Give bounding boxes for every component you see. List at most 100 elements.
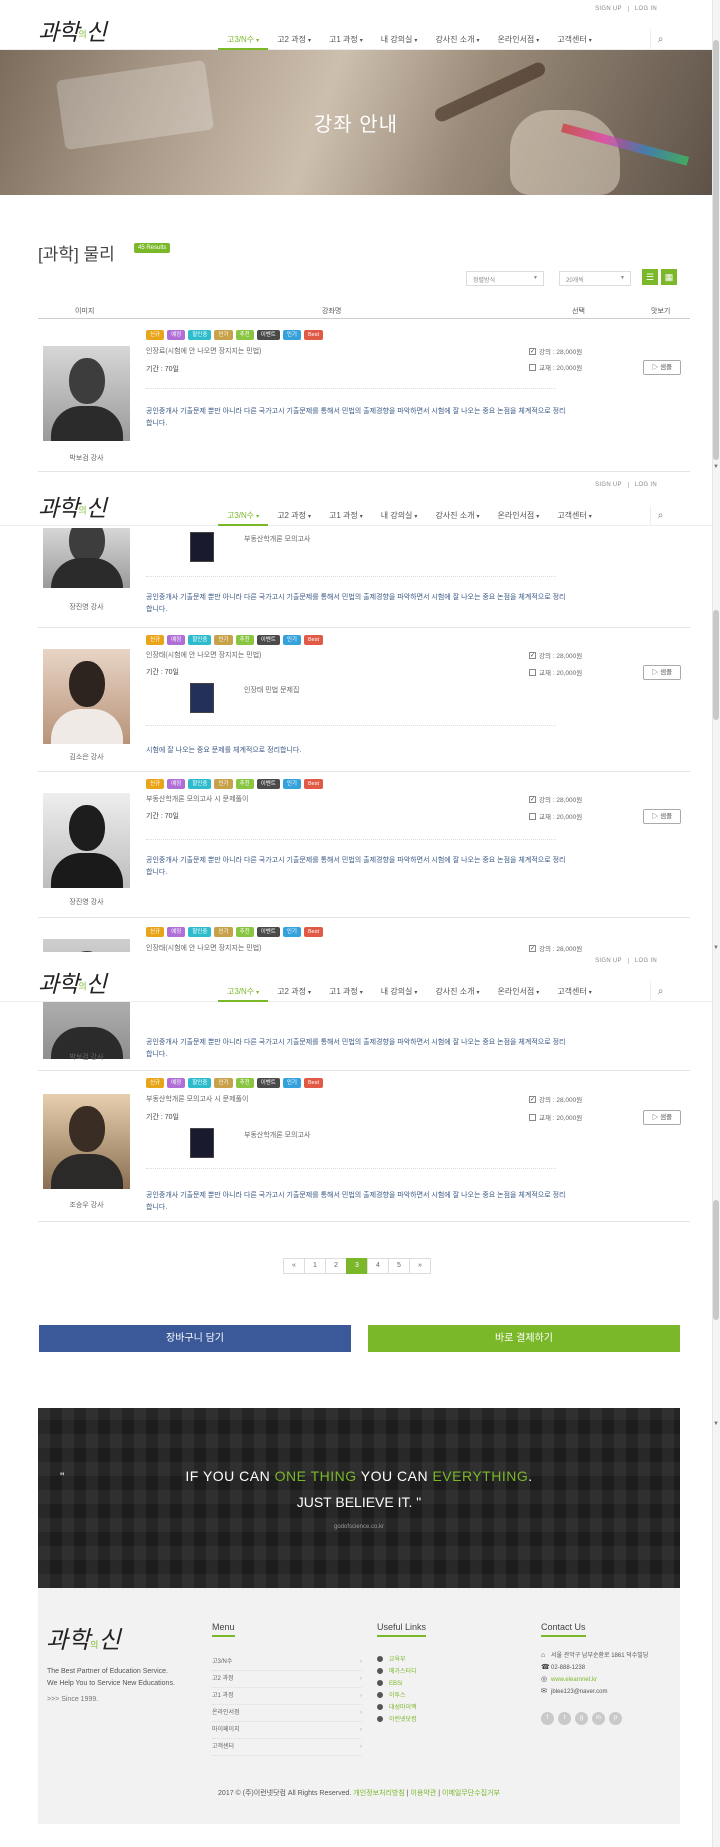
useful-link[interactable]: 대성마이맥 <box>377 1702 417 1714</box>
nav-item-g3[interactable]: 고3/N수 ▾ <box>218 30 269 50</box>
checkbox-checked[interactable]: ✓ <box>529 1095 536 1103</box>
login-link[interactable]: LOG IN <box>630 6 662 12</box>
count-select[interactable]: 20개씩 ▼ <box>559 271 631 286</box>
book-name[interactable]: 인장태 민법 문제집 <box>244 685 299 695</box>
quote-site[interactable]: godofscience.co.kr <box>38 1524 680 1530</box>
buy-now-button[interactable]: 바로 결제하기 <box>368 1325 680 1352</box>
scroll-down-arrow[interactable]: ▼ <box>712 463 720 471</box>
site-logo[interactable]: 과학의신 <box>38 13 107 47</box>
textbook-option[interactable]: 교재 : 20,000원 <box>529 667 582 677</box>
checkbox-checked[interactable]: ✓ <box>529 347 536 355</box>
nav-item-g2[interactable]: 고2 과정 ▾ <box>268 506 320 526</box>
teacher-photo[interactable] <box>43 528 130 588</box>
page-2[interactable]: 2 <box>325 1258 347 1274</box>
footer-logo[interactable]: 과학의신 <box>46 1620 121 1655</box>
checkbox-checked[interactable]: ✓ <box>529 795 536 803</box>
textbook-option[interactable]: 교재 : 20,000원 <box>529 362 582 372</box>
signup-link[interactable]: SIGN UP <box>590 482 627 488</box>
page-1[interactable]: 1 <box>304 1258 326 1274</box>
scrollbar-thumb-3[interactable] <box>713 1200 719 1320</box>
sample-button[interactable]: ▷ 샘플 <box>643 665 681 680</box>
lecture-option[interactable]: ✓ 강의 : 28,000원 <box>529 1094 582 1104</box>
lecture-option[interactable]: ✓ 강의 : 28,000원 <box>529 346 582 356</box>
pinterest-icon[interactable]: p <box>609 1712 622 1725</box>
book-cover[interactable] <box>190 683 214 713</box>
useful-link[interactable]: 교육부 <box>377 1654 417 1666</box>
book-name[interactable]: 부동산학개론 모의고사 <box>244 1130 310 1140</box>
contact-email[interactable]: jblee123@naver.com <box>551 1689 607 1695</box>
nav-item-g2[interactable]: 고2 과정 ▾ <box>268 30 320 50</box>
nav-item-g1[interactable]: 고1 과정 ▾ <box>320 982 372 1002</box>
facebook-icon[interactable]: f <box>541 1712 554 1725</box>
login-link[interactable]: LOG IN <box>630 958 662 964</box>
sort-select[interactable]: 정렬방식 ▼ <box>466 271 544 286</box>
checkbox[interactable] <box>529 363 536 371</box>
search-icon[interactable]: ⌕ <box>650 30 670 50</box>
scrollbar-thumb-2[interactable] <box>713 610 719 720</box>
nav-item-teachers[interactable]: 강사진 소개 ▾ <box>426 982 488 1002</box>
nav-item-support[interactable]: 고객센터 ▾ <box>548 506 600 526</box>
grid-view-icon[interactable]: ▦ <box>661 269 677 285</box>
terms-link[interactable]: 이용약관 <box>411 1790 437 1797</box>
footer-menu-item[interactable]: 온라인서점 › <box>212 1705 362 1722</box>
teacher-photo[interactable] <box>43 1094 130 1189</box>
checkbox-checked[interactable]: ✓ <box>529 651 536 659</box>
page-prev[interactable]: « <box>283 1258 305 1274</box>
footer-menu-item[interactable]: 고3/N수 › <box>212 1654 362 1671</box>
useful-link[interactable]: 이런넷닷컴 <box>377 1714 417 1726</box>
footer-menu-item[interactable]: 고1 과정 › <box>212 1688 362 1705</box>
textbook-option[interactable]: 교재 : 20,000원 <box>529 1112 582 1122</box>
nav-item-support[interactable]: 고객센터 ▾ <box>548 982 600 1002</box>
course-title[interactable]: 부동산학개론 모의고사 시 문제풀이 <box>146 1094 248 1104</box>
search-icon[interactable]: ⌕ <box>650 982 670 1002</box>
privacy-link[interactable]: 개인정보처리방침 <box>353 1790 405 1797</box>
signup-link[interactable]: SIGN UP <box>590 6 627 12</box>
course-title[interactable]: 인장료(시험에 안 나오면 장지지는 민법) <box>146 346 261 356</box>
useful-link[interactable]: 이투스 <box>377 1690 417 1702</box>
nav-item-g2[interactable]: 고2 과정 ▾ <box>268 982 320 1002</box>
teacher-photo[interactable] <box>43 649 130 744</box>
course-title[interactable]: 부동산학개론 모의고사 시 문제풀이 <box>146 794 248 804</box>
page-4[interactable]: 4 <box>367 1258 389 1274</box>
sample-button[interactable]: ▷ 샘플 <box>643 809 681 824</box>
textbook-option[interactable]: 교재 : 20,000원 <box>529 811 582 821</box>
linkedin-icon[interactable]: in <box>592 1712 605 1725</box>
footer-menu-item[interactable]: 고객센터 › <box>212 1739 362 1756</box>
checkbox[interactable] <box>529 1113 536 1121</box>
email-policy-link[interactable]: 이메일무단수집거부 <box>442 1790 500 1797</box>
useful-link[interactable]: EBSi <box>377 1678 417 1690</box>
nav-item-support[interactable]: 고객센터 ▾ <box>548 30 600 50</box>
page-next[interactable]: » <box>409 1258 431 1274</box>
useful-link[interactable]: 메가스터디 <box>377 1666 417 1678</box>
page-5[interactable]: 5 <box>388 1258 410 1274</box>
sample-button[interactable]: ▷ 샘플 <box>643 1110 681 1125</box>
sample-button[interactable]: ▷ 샘플 <box>643 360 681 375</box>
nav-item-store[interactable]: 온라인서점 ▾ <box>488 506 548 526</box>
nav-item-store[interactable]: 온라인서점 ▾ <box>488 982 548 1002</box>
login-link[interactable]: LOG IN <box>630 482 662 488</box>
nav-item-my[interactable]: 내 강의실 ▾ <box>372 982 427 1002</box>
nav-item-g3[interactable]: 고3/N수 ▾ <box>218 506 269 526</box>
footer-menu-item[interactable]: 고2 과정 › <box>212 1671 362 1688</box>
teacher-photo[interactable] <box>43 346 130 441</box>
contact-website[interactable]: www.elearnnet.kr <box>551 1677 597 1683</box>
checkbox-checked[interactable]: ✓ <box>529 944 536 952</box>
twitter-icon[interactable]: t <box>558 1712 571 1725</box>
teacher-photo[interactable] <box>43 793 130 888</box>
checkbox[interactable] <box>529 668 536 676</box>
scroll-down-arrow-2[interactable]: ▼ <box>712 944 720 952</box>
list-view-icon[interactable]: ☰ <box>642 269 658 285</box>
nav-item-store[interactable]: 온라인서점 ▾ <box>488 30 548 50</box>
signup-link[interactable]: SIGN UP <box>590 958 627 964</box>
nav-item-my[interactable]: 내 강의실 ▾ <box>372 506 427 526</box>
add-to-cart-button[interactable]: 장바구니 담기 <box>39 1325 351 1352</box>
scrollbar[interactable]: ▼ ▼ ▼ <box>712 0 720 1847</box>
nav-item-g1[interactable]: 고1 과정 ▾ <box>320 506 372 526</box>
site-logo[interactable]: 과학의신 <box>38 489 107 523</box>
course-title[interactable]: 인장태(시험에 안 나오면 장지지는 민법) <box>146 650 261 660</box>
nav-item-g3[interactable]: 고3/N수 ▾ <box>218 982 269 1002</box>
lecture-option[interactable]: ✓ 강의 : 28,000원 <box>529 794 582 804</box>
lecture-option[interactable]: ✓ 강의 : 28,000원 <box>529 650 582 660</box>
nav-item-my[interactable]: 내 강의실 ▾ <box>372 30 427 50</box>
book-cover[interactable] <box>190 1128 214 1158</box>
